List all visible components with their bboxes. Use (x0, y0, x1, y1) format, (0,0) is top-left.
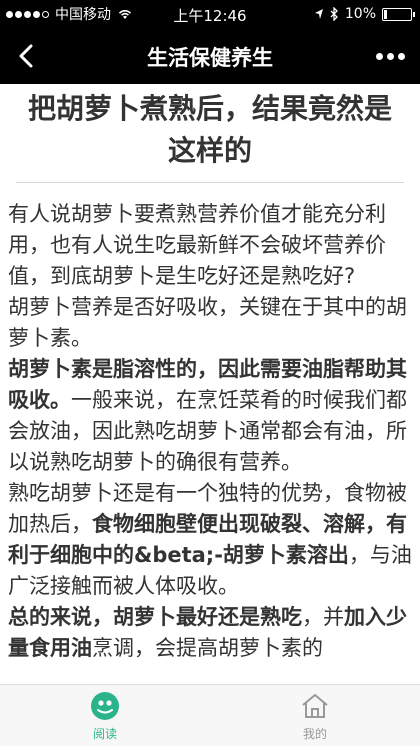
tab-read[interactable]: 阅读 (0, 685, 210, 746)
article-title: 把胡萝卜煮熟后，结果竟然是这样的 (16, 88, 404, 183)
text-run: 有人说胡萝卜要煮熟营养价值才能充分利用，也有人说生吃最新鲜不会破坏营养价值，到底… (8, 202, 386, 288)
article-body: 有人说胡萝卜要煮熟营养价值才能充分利用，也有人说生吃最新鲜不会破坏营养价值，到底… (0, 183, 420, 664)
battery-level (384, 9, 387, 19)
tab-mine-label: 我的 (302, 727, 327, 741)
article-content[interactable]: 把胡萝卜煮熟后，结果竟然是这样的 有人说胡萝卜要煮熟营养价值才能充分利用，也有人… (0, 84, 420, 684)
text-run: 胡萝卜营养是否好吸收，关键在于其中的胡萝卜素。 (8, 295, 407, 350)
tab-read-label: 阅读 (92, 727, 117, 741)
more-dot-icon (375, 52, 383, 60)
article-paragraph: 总的来说，胡萝卜最好还是熟吃，并加入少量食用油烹调，会提高胡萝卜素的 (8, 602, 412, 664)
text-run: ，并 (302, 605, 344, 629)
status-bar: 中国移动 上午12:46 10% (0, 0, 420, 28)
more-button[interactable] (370, 44, 410, 68)
tab-mine[interactable]: 我的 (210, 685, 420, 746)
location-arrow-icon (314, 9, 323, 19)
read-icon (90, 691, 120, 721)
home-icon (300, 691, 330, 721)
nav-bar: 生活保健养生 (0, 28, 420, 84)
article-paragraph: 胡萝卜素是脂溶性的，因此需要油脂帮助其吸收。一般来说，在烹饪菜肴的时候我们都会放… (8, 354, 412, 478)
bold-text: 总的来说，胡萝卜最好还是熟吃 (8, 605, 302, 629)
status-right: 10% (314, 0, 415, 28)
text-run: 烹调，会提高胡萝卜素的 (92, 636, 323, 660)
nav-title: 生活保健养生 (147, 46, 273, 70)
bluetooth-icon (330, 7, 338, 21)
more-dot-icon (386, 52, 394, 60)
article-paragraph: 胡萝卜营养是否好吸收，关键在于其中的胡萝卜素。 (8, 292, 412, 354)
tab-bar: 阅读 我的 (0, 684, 420, 746)
battery-percent: 10% (344, 6, 376, 22)
article-paragraph: 有人说胡萝卜要煮熟营养价值才能充分利用，也有人说生吃最新鲜不会破坏营养价值，到底… (8, 199, 412, 292)
article-paragraph: 熟吃胡萝卜还是有一个独特的优势，食物被加热后，食物细胞壁便出现破裂、溶解，有利于… (8, 478, 412, 602)
battery-icon (382, 7, 415, 21)
more-dot-icon (397, 52, 405, 60)
